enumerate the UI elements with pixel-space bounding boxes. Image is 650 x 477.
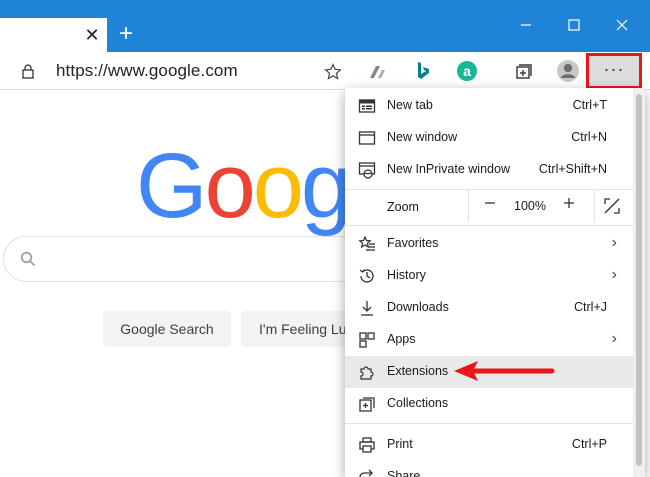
feeling-lucky-button[interactable]: I'm Feeling Lu xyxy=(241,311,351,347)
menu-divider xyxy=(345,225,633,226)
extensions-icon xyxy=(360,366,374,380)
menu-item-favorites[interactable]: Favorites › xyxy=(345,228,633,260)
chevron-right-icon: › xyxy=(611,330,617,347)
chevron-right-icon: › xyxy=(611,266,617,283)
chevron-right-icon: › xyxy=(611,234,617,251)
svg-text:a: a xyxy=(463,63,471,79)
zoom-out-button[interactable] xyxy=(481,197,499,212)
url-text[interactable]: https://www.google.com xyxy=(56,61,238,81)
title-bar: ✕ + xyxy=(0,0,650,52)
toolbar: https://www.google.com a ··· xyxy=(0,52,650,90)
menu-item-label: New tab xyxy=(387,98,433,112)
more-dots-icon: ··· xyxy=(603,59,625,79)
favorites-icon xyxy=(358,235,375,251)
menu-item-share[interactable]: Share xyxy=(345,461,633,477)
menu-item-label: Print xyxy=(387,437,413,451)
menu-item-label: Favorites xyxy=(387,236,439,250)
menu-item-shortcut: Ctrl+P xyxy=(571,437,607,451)
apps-icon xyxy=(359,332,375,348)
new-tab-button[interactable]: + xyxy=(114,22,138,46)
history-icon xyxy=(359,269,374,283)
zoom-level: 100% xyxy=(514,199,546,213)
grammarly-icon[interactable]: a xyxy=(454,58,480,84)
collections-toolbar-icon[interactable] xyxy=(510,58,536,84)
bing-icon[interactable] xyxy=(410,58,436,84)
menu-item-apps[interactable]: Apps › xyxy=(345,324,633,356)
menu-item-shortcut: Ctrl+Shift+N xyxy=(538,162,607,176)
menu-item-label: New InPrivate window xyxy=(387,162,510,176)
menu-item-label: Share xyxy=(387,469,421,477)
read-aloud-icon[interactable] xyxy=(364,58,390,84)
menu-item-label: Downloads xyxy=(387,300,449,314)
zoom-divider xyxy=(468,190,469,222)
menu-item-new-window[interactable]: New window Ctrl+N xyxy=(345,122,633,154)
lock-icon xyxy=(22,64,34,79)
menu-item-downloads[interactable]: Downloads Ctrl+J xyxy=(345,292,633,324)
minimize-button[interactable] xyxy=(506,8,546,40)
print-icon xyxy=(359,437,375,453)
logo-letter: o xyxy=(252,135,304,237)
menu-item-label: Collections xyxy=(387,396,449,410)
menu-item-label: History xyxy=(387,268,426,282)
menu-item-shortcut: Ctrl+J xyxy=(574,300,607,314)
download-icon xyxy=(361,301,373,316)
new-window-icon xyxy=(358,131,376,145)
menu-item-collections[interactable]: Collections xyxy=(345,388,633,420)
annotation-arrow-icon xyxy=(454,361,555,381)
profile-avatar-icon[interactable] xyxy=(555,58,581,84)
favorite-star-icon[interactable] xyxy=(324,63,342,81)
zoom-in-button[interactable] xyxy=(560,197,578,212)
menu-item-label: New window xyxy=(387,130,458,144)
new-tab-icon xyxy=(358,99,376,113)
menu-item-print[interactable]: Print Ctrl+P xyxy=(345,429,633,461)
google-search-button[interactable]: Google Search xyxy=(103,311,231,347)
browser-tab[interactable]: ✕ xyxy=(0,18,107,52)
logo-letter: g xyxy=(300,135,352,237)
menu-divider xyxy=(345,423,633,424)
menu-item-shortcut: Ctrl+N xyxy=(571,130,607,144)
address-bar[interactable]: https://www.google.com xyxy=(6,56,350,86)
maximize-button[interactable] xyxy=(554,8,594,40)
search-icon xyxy=(20,251,36,267)
menu-item-history[interactable]: History › xyxy=(345,260,633,292)
menu-item-new-tab[interactable]: New tab Ctrl+T xyxy=(345,90,633,122)
zoom-divider xyxy=(594,190,595,222)
close-window-button[interactable] xyxy=(602,8,642,40)
menu-scrollbar[interactable] xyxy=(633,88,645,477)
menu-item-label: Extensions xyxy=(387,364,449,378)
inprivate-icon xyxy=(358,162,376,179)
menu-item-new-inprivate-window[interactable]: New InPrivate window Ctrl+Shift+N xyxy=(345,154,633,186)
share-icon xyxy=(359,469,373,477)
collections-icon xyxy=(359,397,375,412)
menu-scrollbar-thumb[interactable] xyxy=(636,94,642,466)
logo-letter: G xyxy=(136,135,208,237)
tab-close-icon[interactable]: ✕ xyxy=(82,25,102,45)
fullscreen-icon[interactable] xyxy=(603,197,621,215)
google-search-box[interactable] xyxy=(3,236,403,282)
settings-and-more-button[interactable]: ··· xyxy=(586,53,642,89)
menu-item-label: Apps xyxy=(387,332,416,346)
logo-letter: o xyxy=(204,135,256,237)
menu-item-shortcut: Ctrl+T xyxy=(572,98,607,112)
settings-menu: New tab Ctrl+T New window Ctrl+N New InP… xyxy=(345,88,645,477)
menu-item-label: Zoom xyxy=(387,200,419,214)
